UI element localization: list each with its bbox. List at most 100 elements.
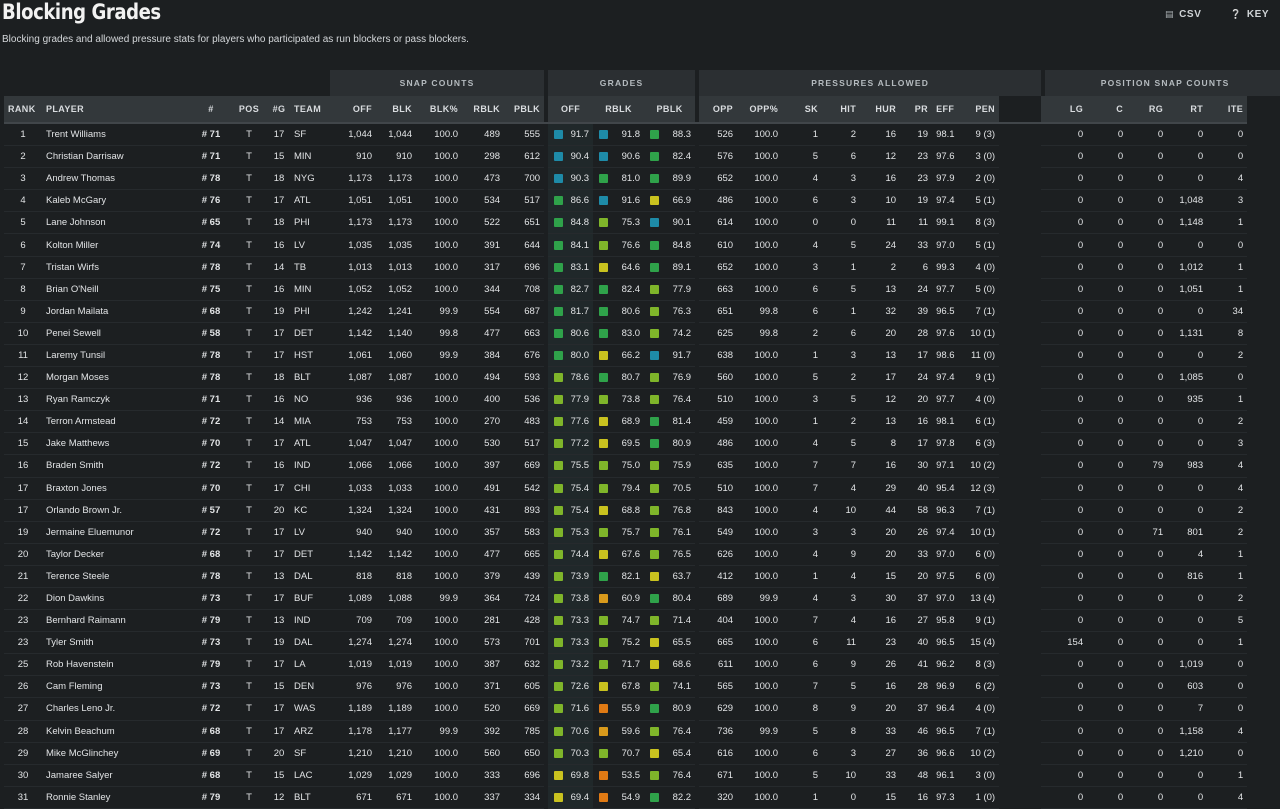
cell-player[interactable]: Jamaree Salyer [42, 764, 192, 787]
table-row[interactable]: 3 Andrew Thomas # 78 T 18 NYG 1,173 1,173 100.0 4… [4, 167, 1280, 191]
table-row[interactable]: 7 Tristan Wirfs # 78 T 14 TB 1,013 1,013 100.0 31… [4, 256, 1280, 279]
table-row[interactable]: 23 Bernhard Raimann # 79 T 13 IND 709 709 100.0 2… [4, 609, 1280, 633]
table-row[interactable]: 2 Christian Darrisaw # 71 T 15 MIN 910 910 100.0… [4, 145, 1280, 169]
column-header-pen[interactable]: PEN [958, 96, 1000, 124]
table-row[interactable]: 31 Ronnie Stanley # 79 T 12 BLT 671 671 100.0 337… [4, 786, 1280, 809]
table-row[interactable]: 19 Jermaine Eluemunor # 72 T 17 LV 940 940 100.0… [4, 521, 1280, 544]
cell-player[interactable]: Jermaine Eluemunor [42, 521, 192, 544]
cell-hur: 12 [860, 145, 901, 169]
cell-hur: 32 [860, 300, 901, 323]
table-row[interactable]: 1 Trent Williams # 71 T 17 SF 1,044 1,044 100.0 4… [4, 123, 1280, 147]
cell-player[interactable]: Christian Darrisaw [42, 145, 192, 169]
column-header-rblk-grade[interactable]: RBLK [593, 96, 645, 124]
cell-player[interactable]: Braden Smith [42, 454, 192, 478]
column-header-rt[interactable]: RT [1167, 96, 1208, 124]
column-header-hur[interactable]: HUR [860, 96, 901, 124]
cell-player[interactable]: Cam Fleming [42, 675, 192, 699]
cell-player[interactable]: Terence Steele [42, 565, 192, 588]
column-header-pblk-grade[interactable]: PBLK [644, 96, 696, 124]
table-row[interactable]: 23 Tyler Smith # 73 T 19 DAL 1,274 1,274 100.0 57… [4, 631, 1280, 655]
cell-player[interactable]: Dion Dawkins [42, 587, 192, 611]
column-header-games[interactable]: #G [268, 96, 290, 124]
column-header-blk[interactable]: BLK [376, 96, 417, 124]
column-header-player[interactable]: PLAYER [42, 96, 192, 124]
cell-player[interactable]: Kelvin Beachum [42, 720, 192, 743]
table-row[interactable]: 29 Mike McGlinchey # 69 T 20 SF 1,210 1,210 100.… [4, 742, 1280, 765]
cell-player[interactable]: Kaleb McGary [42, 189, 192, 213]
table-row[interactable]: 5 Lane Johnson # 65 T 18 PHI 1,173 1,173 100.0 52… [4, 211, 1280, 235]
table-row[interactable]: 26 Cam Fleming # 73 T 15 DEN 976 976 100.0 371 605… [4, 675, 1280, 699]
cell-player[interactable]: Terron Armstead [42, 410, 192, 434]
cell-player[interactable]: Mike McGlinchey [42, 742, 192, 765]
table-row[interactable]: 17 Braxton Jones # 70 T 17 CHI 1,033 1,033 100.0… [4, 477, 1280, 500]
table-row[interactable]: 9 Jordan Mailata # 68 T 19 PHI 1,242 1,241 99.9 5… [4, 300, 1280, 323]
table-row[interactable]: 25 Rob Havenstein # 79 T 17 LA 1,019 1,019 100.0… [4, 653, 1280, 677]
column-header-opp-pct[interactable]: OPP% [737, 96, 783, 124]
csv-button[interactable]: ▤ CSV [1165, 9, 1201, 20]
cell-player[interactable]: Penei Sewell [42, 322, 192, 345]
table-row[interactable]: 20 Taylor Decker # 68 T 17 DET 1,142 1,142 100.0… [4, 543, 1280, 566]
cell-player[interactable]: Orlando Brown Jr. [42, 499, 192, 522]
table-row[interactable]: 10 Penei Sewell # 58 T 17 DET 1,142 1,140 99.8 47… [4, 322, 1280, 345]
table-row[interactable]: 17 Orlando Brown Jr. # 57 T 20 KC 1,324 1,324 10… [4, 499, 1280, 522]
column-header-jersey[interactable]: # [192, 96, 230, 124]
cell-player[interactable]: Trent Williams [42, 123, 192, 147]
key-button[interactable]: ❔ KEY [1230, 9, 1269, 20]
cell-player[interactable]: Jake Matthews [42, 432, 192, 456]
cell-player[interactable]: Rob Havenstein [42, 653, 192, 677]
column-header-pblk-snaps[interactable]: PBLK [504, 96, 545, 124]
table-row[interactable]: 15 Jake Matthews # 70 T 17 ATL 1,047 1,047 100.0… [4, 432, 1280, 456]
cell-player[interactable]: Ronnie Stanley [42, 786, 192, 809]
table-row[interactable]: 30 Jamaree Salyer # 68 T 15 LAC 1,029 1,029 100.… [4, 764, 1280, 787]
table-row[interactable]: 27 Charles Leno Jr. # 72 T 17 WAS 1,189 1,189 10… [4, 697, 1280, 721]
table-row[interactable]: 22 Dion Dawkins # 73 T 17 BUF 1,089 1,088 99.9 36… [4, 587, 1280, 611]
table-row[interactable]: 21 Terence Steele # 78 T 13 DAL 818 818 100.0 379… [4, 565, 1280, 588]
table-row[interactable]: 11 Laremy Tunsil # 78 T 17 HST 1,061 1,060 99.9 3… [4, 344, 1280, 368]
column-header-pos[interactable]: POS [230, 96, 268, 124]
column-header-rank[interactable]: RANK [4, 96, 42, 124]
table-row[interactable]: 8 Brian O'Neill # 75 T 16 MIN 1,052 1,052 100.0 3… [4, 278, 1280, 301]
cell-player[interactable]: Tristan Wirfs [42, 256, 192, 279]
cell-player[interactable]: Andrew Thomas [42, 167, 192, 191]
table-row[interactable]: 28 Kelvin Beachum # 68 T 17 ARZ 1,178 1,177 99.9… [4, 720, 1280, 743]
column-header-team[interactable]: TEAM [290, 96, 331, 124]
table-row[interactable]: 13 Ryan Ramczyk # 71 T 16 NO 936 936 100.0 400 536… [4, 388, 1280, 412]
cell-player[interactable]: Jordan Mailata [42, 300, 192, 323]
cell-player[interactable]: Tyler Smith [42, 631, 192, 655]
cell-pos: T [230, 410, 268, 434]
cell-player[interactable]: Kolton Miller [42, 233, 192, 257]
cell-player[interactable]: Taylor Decker [42, 543, 192, 566]
column-header-rg[interactable]: RG [1127, 96, 1168, 124]
table-row[interactable]: 16 Braden Smith # 72 T 16 IND 1,066 1,066 100.0 3… [4, 454, 1280, 478]
table-row[interactable]: 6 Kolton Miller # 74 T 16 LV 1,035 1,035 100.0 39… [4, 233, 1280, 257]
cell-player[interactable]: Braxton Jones [42, 477, 192, 500]
cell-player[interactable]: Lane Johnson [42, 211, 192, 235]
cell-player[interactable]: Ryan Ramczyk [42, 388, 192, 412]
column-header-ite[interactable]: ITE [1207, 96, 1248, 124]
cell-jersey: # 72 [192, 697, 230, 721]
column-header-rblk-snaps[interactable]: RBLK [462, 96, 505, 124]
cell-blk-pct: 100.0 [416, 499, 463, 522]
cell-player[interactable]: Brian O'Neill [42, 278, 192, 301]
cell-pos: T [230, 432, 268, 456]
cell-player[interactable]: Bernhard Raimann [42, 609, 192, 633]
column-header-lg[interactable]: LG [1045, 96, 1088, 124]
table-row[interactable]: 12 Morgan Moses # 78 T 18 BLT 1,087 1,087 100.0 4… [4, 366, 1280, 390]
column-header-opp[interactable]: OPP [699, 96, 738, 124]
column-header-hit[interactable]: HIT [822, 96, 861, 124]
column-header-off-grade[interactable]: OFF [548, 96, 594, 124]
cell-player[interactable]: Charles Leno Jr. [42, 697, 192, 721]
cell-player[interactable]: Laremy Tunsil [42, 344, 192, 368]
column-header-eff[interactable]: EFF [932, 96, 959, 124]
column-header-c[interactable]: C [1087, 96, 1128, 124]
column-header-blk-pct[interactable]: BLK% [416, 96, 463, 124]
column-header-off-snaps[interactable]: OFF [330, 96, 377, 124]
table-row[interactable]: 4 Kaleb McGary # 76 T 17 ATL 1,051 1,051 100.0 53… [4, 189, 1280, 213]
table-row[interactable]: 14 Terron Armstead # 72 T 14 MIA 753 753 100.0 27… [4, 410, 1280, 434]
cell-opp-pct: 99.9 [737, 720, 783, 743]
column-header-pr[interactable]: PR [900, 96, 933, 124]
cell-player[interactable]: Morgan Moses [42, 366, 192, 390]
grade-value: 76.5 [672, 548, 692, 560]
cell-off-snaps: 1,178 [330, 720, 377, 743]
column-header-sk[interactable]: SK [782, 96, 823, 124]
